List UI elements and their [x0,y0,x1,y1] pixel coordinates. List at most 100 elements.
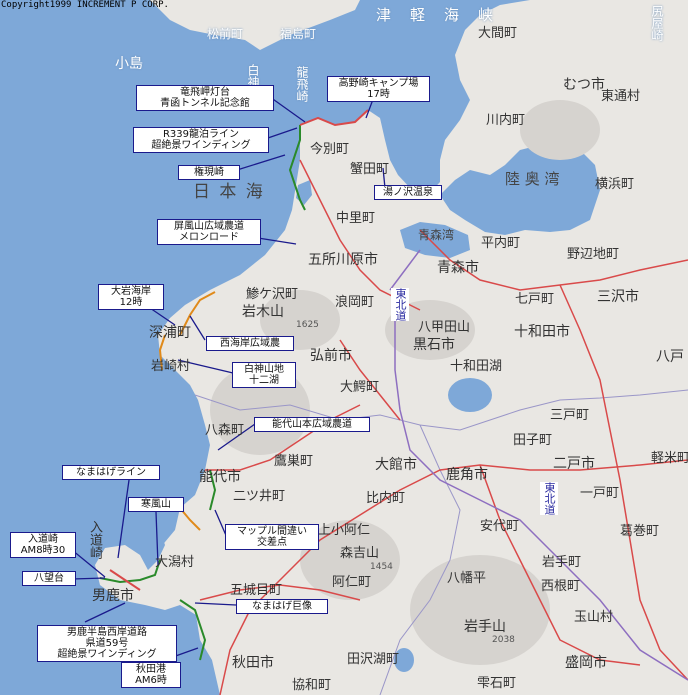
place-gojome: 五城目町 [230,583,283,598]
callout-nyudozaki-time[interactable]: 入道崎 AM8時30 [10,532,76,558]
place-kyowa: 協和町 [292,678,332,693]
place-towada: 十和田市 [514,324,570,340]
place-shiriyazaki: 尻屋崎 [650,5,664,41]
place-yokohama: 横浜町 [595,177,635,192]
callout-yunosawa-onsen[interactable]: 湯ノ沢温泉 [374,185,442,200]
callout-line: AM6時 [135,675,167,686]
place-ajigasawa: 鯵ケ沢町 [246,287,299,302]
place-sannohe: 三戸町 [550,408,590,423]
place-tamayama: 玉山村 [574,610,614,625]
place-oomamachi: 大間町 [478,26,518,41]
place-kamikoani: 上小阿仁 [318,523,371,538]
hokkaido-landmass [150,0,360,50]
place-morioka: 盛岡市 [565,655,607,671]
place-owani: 大鰐町 [340,380,380,395]
callout-line: なまはげライン [76,467,146,478]
callout-hachibodai[interactable]: 八望台 [22,571,76,586]
callout-line: 12時 [119,297,143,308]
place-aniai: 阿仁町 [332,575,372,590]
callout-line: 屏風山広域農道 [174,221,244,232]
place-kojima: 小島 [115,56,143,72]
callout-akita-port[interactable]: 秋田港 AM6時 [121,662,181,688]
place-odate: 大館市 [375,457,417,473]
place-kuzumaki: 葛巻町 [620,524,660,539]
mountain-shade [520,100,600,160]
callout-line: なまはげ巨像 [252,601,312,612]
callout-shirakami-juniko[interactable]: 白神山地 十二湖 [232,362,296,388]
place-takanosu: 鷹巣町 [274,454,314,469]
place-moriyoshi-height: 1454 [370,562,393,572]
callout-line: R339龍泊ライン [162,129,240,140]
place-imabetsu: 今別町 [310,142,350,157]
place-shichinohe: 七戸町 [515,292,555,307]
place-hachimori: 八森町 [205,423,245,438]
place-ichinohe: 一戸町 [580,486,620,501]
place-fukaura: 深浦町 [149,325,191,341]
callout-line: 白神山地 [244,364,284,375]
callout-oga-west-coast-road[interactable]: 男鹿半島西岸道路 県道59号 超絶景ワインディング [37,625,177,662]
route-sign-tohoku-north: 東北道 [391,288,409,321]
callout-namahage-line[interactable]: なまはげライン [62,465,160,480]
callout-kanpuzan[interactable]: 寒風山 [128,497,184,512]
callout-line: 超絶景ワインディング [57,649,157,660]
callout-r339-tappaku-line[interactable]: R339龍泊ライン 超絶景ワインディング [133,127,269,153]
callout-noshiro-yamamoto-road[interactable]: 能代山本広域農道 [254,417,370,432]
place-nohechi: 野辺地町 [567,247,620,262]
place-hirosaki: 弘前市 [310,348,352,364]
callout-line: 17時 [367,89,390,100]
callout-line: 能代山本広域農道 [272,419,352,430]
callout-line: 男鹿半島西岸道路 [67,627,147,638]
place-tazawako: 田沢湖町 [347,652,400,667]
place-kazuno: 鹿角市 [446,467,488,483]
callout-oiwa-kaigan[interactable]: 大岩海岸 12時 [98,284,164,310]
callout-nishikaigan-road[interactable]: 西海岸広域農 [206,336,294,351]
place-ogata: 大潟村 [155,555,195,570]
map-canvas[interactable]: Copyright1999 INCREMENT P CORP. 日 本 海 津 … [0,0,688,695]
place-oga: 男鹿市 [92,588,134,604]
callout-line: メロンロード [179,232,239,243]
place-nyudozaki: 入道崎 [87,520,102,559]
callout-gongenzaki[interactable]: 権現崎 [178,165,240,180]
callout-line: 入道崎 [28,534,58,545]
callout-line: 八望台 [34,573,64,584]
place-iwakisan: 岩木山 [242,304,284,320]
callout-line: 十二湖 [249,375,279,386]
callout-line: 西海岸広域農 [220,338,280,349]
callout-line: 大岩海岸 [111,286,151,297]
callout-line: 高野崎キャンプ場 [338,78,419,89]
place-noshiro: 能代市 [199,469,241,485]
place-hachinohe: 八戸 [656,349,684,365]
place-kuroishi: 黒石市 [413,337,455,353]
callout-line: 青函トンネル記念館 [160,98,250,109]
place-nishine: 西根町 [541,579,581,594]
sea-label-tsugaru: 津 軽 海 峡 [376,6,496,24]
callout-takanozaki-camp[interactable]: 高野崎キャンプ場 17時 [327,76,430,102]
place-iwate-town: 岩手町 [542,555,582,570]
callout-tappi-lighthouse[interactable]: 竜飛岬灯台 青函トンネル記念館 [136,85,274,111]
place-hachimantai: 八幡平 [447,571,487,586]
place-iwatesan-height: 2038 [492,635,515,645]
place-takko: 田子町 [513,433,553,448]
place-moriyoshi: 森吉山 [340,546,380,561]
place-iwasaki: 岩崎村 [151,359,191,374]
place-towadako: 十和田湖 [450,359,503,374]
sea-label-nihonkai: 日 本 海 [193,182,265,202]
callout-line: 秋田港 [136,664,166,675]
place-nakasato: 中里町 [336,211,376,226]
place-namioka: 浪岡町 [335,295,375,310]
place-kanita: 蟹田町 [350,162,390,177]
sea-label-aomoriwan: 青森湾 [418,228,455,242]
callout-namahage-statue[interactable]: なまはげ巨像 [236,599,328,614]
callout-line: 交差点 [257,537,287,548]
place-iwakisan-height: 1625 [296,320,319,330]
callout-byobusan-road[interactable]: 屏風山広域農道 メロンロード [157,219,261,245]
callout-line: 超絶景ワインディング [151,140,251,151]
place-iwatesan: 岩手山 [464,619,506,635]
place-hinai: 比内町 [366,491,406,506]
place-anshiro: 安代町 [480,519,520,534]
place-akita: 秋田市 [232,655,274,671]
place-misawa: 三沢市 [597,289,639,305]
place-tappi: 龍飛崎 [295,66,309,102]
callout-line: AM8時30 [20,545,66,556]
callout-mapple-wrong-crossing[interactable]: マップル間違い 交差点 [225,524,319,550]
